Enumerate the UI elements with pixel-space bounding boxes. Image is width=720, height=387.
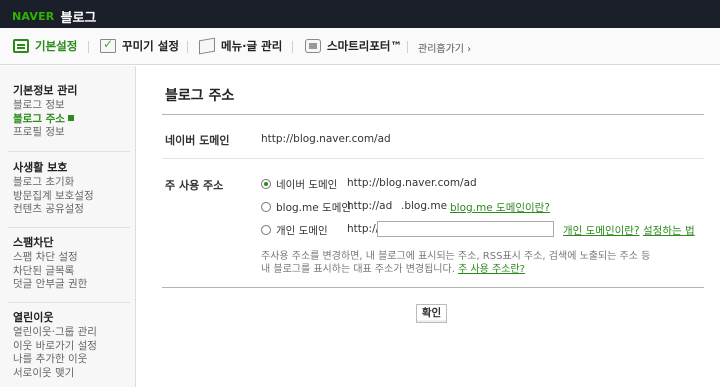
radio-naver-domain[interactable]: [261, 179, 271, 189]
sidebar-group-title: 열린이웃: [13, 311, 54, 324]
sidebar-item-blog-address[interactable]: 블로그 주소: [13, 113, 78, 127]
option-blogme-prefix: http://ad: [347, 200, 393, 212]
sidebar-item-blog-info[interactable]: 블로그 정보: [13, 99, 78, 113]
sidebar-item-added-me[interactable]: 나를 추가한 이웃: [13, 353, 97, 367]
option-naver-label: 네이버 도메인: [276, 179, 338, 191]
page-title: 블로그 주소: [165, 88, 235, 104]
decorate-icon: [100, 37, 116, 53]
sidebar-item-mutual-neighbors[interactable]: 서로이웃 맺기: [13, 367, 97, 381]
menu-posts-icon: [199, 37, 215, 55]
settings-menu-bar: 기본설정 꾸미기 설정 메뉴·글 관리 스마트리포터™ 관리홈가기 ›: [0, 28, 720, 65]
option-naver-value: http://blog.naver.com/ad: [347, 177, 477, 189]
sidebar-group-title: 기본정보 관리: [13, 84, 78, 97]
blog-logo-text: 블로그: [60, 11, 97, 26]
menu-decorate-settings[interactable]: 꾸미기 설정: [100, 37, 179, 54]
naver-logo-text: NAVER: [12, 10, 55, 23]
sidebar-divider: [8, 302, 130, 303]
sidebar-item-label: 블로그 주소: [13, 112, 65, 125]
help-text-line2-text: 내 블로그를 표시하는 대표 주소가 변경됩니다.: [261, 264, 455, 275]
sidebar-item-spam-settings[interactable]: 스팸 차단 설정: [13, 251, 87, 265]
sidebar-item-comment-permission[interactable]: 덧글 안부글 권한: [13, 278, 87, 292]
personal-domain-info-link[interactable]: 개인 도메인이란?: [563, 223, 640, 238]
sidebar-item-blog-reset[interactable]: 블로그 초기화: [13, 176, 94, 190]
sidebar-item-neighbor-shortcut[interactable]: 이웃 바로가기 설정: [13, 340, 97, 354]
menu-divider: [292, 41, 293, 53]
sidebar-item-neighbor-groups[interactable]: 열린이웃·그룹 관리: [13, 326, 97, 340]
menu-smart-reporter[interactable]: 스마트리포터™: [305, 38, 402, 54]
sidebar-group-basic-info: 기본정보 관리 블로그 정보 블로그 주소 프로필 정보: [13, 83, 78, 140]
sidebar-divider: [8, 227, 130, 228]
sidebar-group-title: 사생활 보호: [13, 161, 68, 174]
option-personal-label: 개인 도메인: [276, 225, 328, 237]
naver-domain-value: http://blog.naver.com/ad: [261, 133, 391, 145]
menu-divider: [407, 41, 408, 53]
option-blogme-label: blog.me 도메인: [276, 202, 352, 214]
sidebar-item-blocked-posts[interactable]: 차단된 글목록: [13, 265, 87, 279]
confirm-button[interactable]: 확인: [416, 304, 447, 323]
radio-personal-domain[interactable]: [261, 225, 271, 235]
basic-settings-icon: [13, 39, 29, 53]
smart-reporter-icon: [305, 39, 321, 53]
menu-decorate-label: 꾸미기 설정: [122, 39, 179, 53]
help-text-line2: 내 블로그를 표시하는 대표 주소가 변경됩니다. 주 사용 주소란?: [261, 263, 525, 276]
manage-home-link[interactable]: 관리홈가기 ›: [418, 40, 471, 55]
option-personal-prefix: http://: [347, 223, 380, 235]
menu-basic-settings-label: 기본설정: [35, 39, 78, 53]
menu-basic-settings[interactable]: 기본설정: [13, 38, 77, 54]
row-divider: [162, 158, 704, 159]
sidebar-item-content-sharing[interactable]: 컨텐츠 공유설정: [13, 203, 94, 217]
active-marker-icon: [67, 114, 74, 121]
settings-sidebar: 기본정보 관리 블로그 정보 블로그 주소 프로필 정보 사생활 보호 블로그 …: [0, 66, 136, 387]
title-divider: [162, 114, 704, 115]
menu-smart-reporter-label: 스마트리포터™: [327, 39, 402, 53]
menu-divider: [88, 41, 89, 53]
naver-domain-label: 네이버 도메인: [165, 134, 230, 147]
naver-blog-logo[interactable]: NAVER 블로그: [12, 7, 96, 26]
sidebar-group-spam: 스팸차단 스팸 차단 설정 차단된 글목록 덧글 안부글 권한: [13, 235, 87, 292]
personal-domain-input[interactable]: [377, 221, 554, 237]
sidebar-item-profile-info[interactable]: 프로필 정보: [13, 126, 78, 140]
sidebar-group-privacy: 사생활 보호 블로그 초기화 방문집계 보호설정 컨텐츠 공유설정: [13, 160, 94, 217]
main-address-info-link[interactable]: 주 사용 주소란?: [458, 264, 525, 275]
sidebar-item-visit-count-protection[interactable]: 방문집계 보호설정: [13, 190, 94, 204]
option-blogme-suffix: .blog.me: [401, 200, 448, 212]
menu-posts-management[interactable]: 메뉴·글 관리: [199, 37, 283, 55]
blogme-info-link[interactable]: blog.me 도메인이란?: [450, 200, 550, 215]
form-bottom-divider: [162, 287, 704, 288]
menu-divider: [187, 41, 188, 53]
main-content: 블로그 주소 네이버 도메인 http://blog.naver.com/ad …: [137, 66, 720, 387]
personal-domain-setup-link[interactable]: 설정하는 법: [643, 223, 695, 238]
sidebar-group-title: 스팸차단: [13, 236, 54, 249]
sidebar-group-neighbors: 열린이웃 열린이웃·그룹 관리 이웃 바로가기 설정 나를 추가한 이웃 서로이…: [13, 310, 97, 380]
top-navigation-bar: NAVER 블로그: [0, 0, 720, 28]
radio-blogme-domain[interactable]: [261, 202, 271, 212]
sidebar-divider: [8, 151, 130, 152]
help-text-line1: 주사용 주소를 변경하면, 내 블로그에 표시되는 주소, RSS표시 주소, …: [261, 251, 651, 262]
menu-posts-label: 메뉴·글 관리: [221, 39, 283, 53]
main-address-label: 주 사용 주소: [165, 179, 224, 192]
